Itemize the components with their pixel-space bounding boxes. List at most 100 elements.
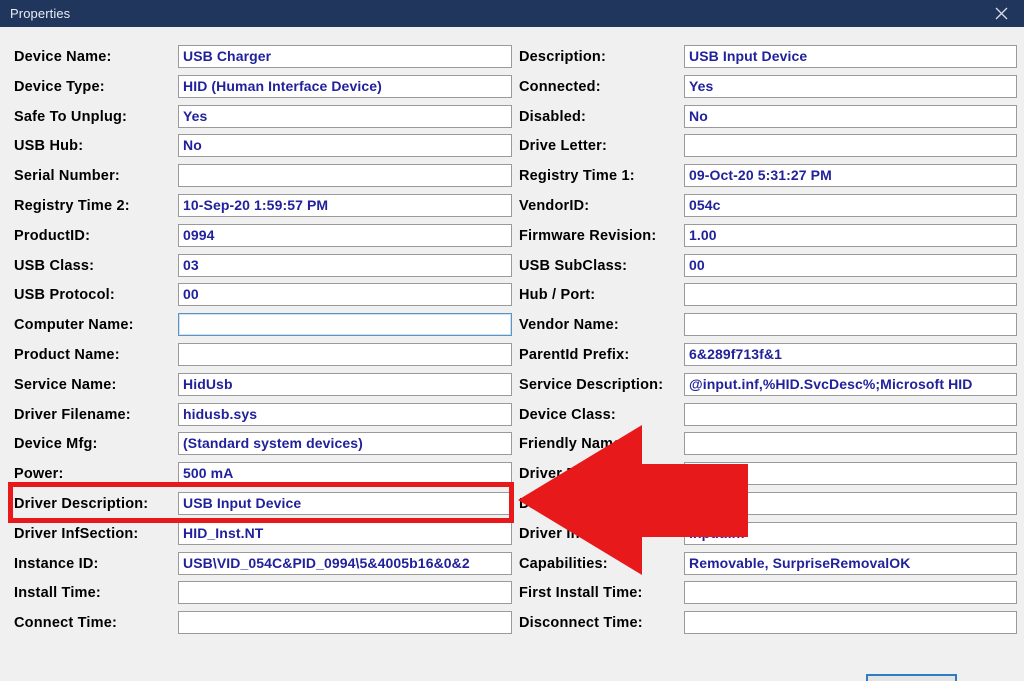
field-label: Description:	[519, 49, 606, 65]
field-input[interactable]: HID (Human Interface Device)	[178, 74, 512, 98]
field-input[interactable]: Yes	[684, 74, 1017, 98]
field-label: Product Name:	[14, 347, 120, 363]
field-label: Connect Time:	[14, 615, 118, 632]
field-row: Power: 500 mA	[14, 462, 512, 487]
field-label: Serial Number:	[14, 168, 120, 185]
field-input[interactable]	[684, 581, 1017, 605]
field-input[interactable]: 00	[684, 253, 1017, 277]
field-input[interactable]	[178, 581, 512, 605]
field-label: USB Class:	[14, 257, 95, 274]
field-input[interactable]	[684, 462, 1017, 486]
field-label: Driver InfPath:	[519, 525, 622, 542]
field-input[interactable]: 0994	[178, 223, 512, 247]
field-value: Yes	[689, 77, 714, 94]
field-input[interactable]: hidusb.sys	[178, 402, 512, 426]
field-row: Registry Time 1: 09-Oct-20 5:31:27 PM	[519, 164, 1017, 189]
field-input[interactable]: 054c	[684, 194, 1017, 217]
field-label: Safe To Unplug:	[14, 108, 128, 125]
field-input[interactable]	[178, 313, 512, 337]
field-input[interactable]: 1.00	[684, 223, 1017, 247]
field-input[interactable]: 362.175	[684, 492, 1017, 515]
ok-button[interactable]: OK	[866, 674, 957, 681]
field-input[interactable]: Removable, SurpriseRemovalOK	[684, 551, 1017, 575]
field-input[interactable]: 6&289f713f&1	[684, 343, 1017, 366]
field-row: Service Name: HidUsb	[14, 372, 512, 398]
field-input[interactable]: USB Input Device	[684, 45, 1017, 68]
field-input[interactable]: Yes	[178, 104, 512, 128]
field-label: Device Mfg:	[14, 436, 98, 453]
field-input[interactable]: HidUsb	[178, 372, 512, 396]
field-value: HID_Inst.NT	[183, 524, 264, 541]
field-row: Vendor Name:	[519, 313, 1017, 338]
field-input[interactable]: USB Input Device	[178, 492, 512, 515]
field-input[interactable]	[684, 611, 1017, 635]
field-value: (Standard system devices)	[183, 435, 363, 452]
field-row: Friendly Name:	[519, 432, 1017, 457]
field-input[interactable]	[684, 283, 1017, 307]
field-row: Install Time:	[14, 581, 512, 606]
field-row: Service Description: @input.inf,%HID.SvcD…	[519, 372, 1017, 398]
field-label: Driver Description:	[14, 496, 149, 512]
field-input[interactable]: No	[684, 104, 1017, 128]
field-row: Connected: Yes	[519, 74, 1017, 100]
field-label: Driver Date:	[519, 466, 604, 483]
field-value: HID (Human Interface Device)	[183, 77, 382, 94]
field-input[interactable]: (Standard system devices)	[178, 432, 512, 456]
field-label: Service Name:	[14, 376, 117, 393]
field-row: Firmware Revision: 1.00	[519, 223, 1017, 249]
field-label: Registry Time 2:	[14, 198, 130, 214]
field-value: @input.inf,%HID.SvcDesc%;Microsoft HID	[689, 375, 973, 392]
field-row: USB SubClass: 00	[519, 253, 1017, 279]
field-input[interactable]	[684, 313, 1017, 337]
field-value: 10-Sep-20 1:59:57 PM	[183, 197, 329, 213]
field-row: Disconnect Time:	[519, 611, 1017, 636]
field-input[interactable]: 500 mA	[178, 462, 512, 486]
field-value: USB\VID_054C&PID_0994\5&4005b16&0&2	[183, 554, 470, 571]
field-value: 00	[689, 256, 705, 273]
field-input[interactable]: HID_Inst.NT	[178, 521, 512, 545]
field-input[interactable]	[684, 432, 1017, 456]
field-row: USB Class: 03	[14, 253, 512, 279]
field-label: Disconnect Time:	[519, 615, 643, 632]
field-label: USB Protocol:	[14, 287, 115, 304]
dialog-content: Device Name: USB Charger Device Type: HID (…	[0, 27, 1024, 681]
field-row: Driver Version: 362.175	[519, 492, 1017, 517]
field-input[interactable]: USB\VID_054C&PID_0994\5&4005b16&0&2	[178, 551, 512, 575]
field-row: First Install Time:	[519, 581, 1017, 606]
field-input[interactable]: 10-Sep-20 1:59:57 PM	[178, 194, 512, 217]
field-input[interactable]	[178, 164, 512, 188]
field-input[interactable]: 00	[178, 283, 512, 307]
field-label: Drive Letter:	[519, 138, 608, 155]
title-bar: Properties	[0, 0, 1024, 27]
field-label: Device Name:	[14, 49, 112, 65]
field-label: Friendly Name:	[519, 436, 627, 453]
field-label: Power:	[14, 466, 64, 483]
field-input[interactable]: 03	[178, 253, 512, 277]
field-input[interactable]: input.inf	[684, 521, 1017, 545]
field-input[interactable]: USB Charger	[178, 45, 512, 68]
field-value: USB Input Device	[183, 495, 302, 511]
field-input[interactable]: @input.inf,%HID.SvcDesc%;Microsoft HID	[684, 372, 1017, 396]
field-value: input.inf	[689, 524, 746, 541]
field-label: Vendor Name:	[519, 317, 619, 334]
field-value: 00	[183, 286, 199, 303]
field-input[interactable]	[684, 402, 1017, 426]
field-row: Disabled: No	[519, 104, 1017, 130]
field-label: USB SubClass:	[519, 257, 628, 274]
field-input[interactable]: 09-Oct-20 5:31:27 PM	[684, 164, 1017, 188]
field-row: Device Mfg: (Standard system devices)	[14, 432, 512, 457]
field-row: ParentId Prefix: 6&289f713f&1	[519, 343, 1017, 368]
field-label: Registry Time 1:	[519, 168, 635, 185]
field-value: Yes	[183, 107, 208, 124]
field-row: Registry Time 2: 10-Sep-20 1:59:57 PM	[14, 194, 512, 219]
field-label: Device Class:	[519, 406, 616, 423]
field-label: Driver InfSection:	[14, 525, 139, 542]
field-value: hidusb.sys	[183, 405, 258, 422]
field-input[interactable]	[178, 343, 512, 366]
field-input[interactable]	[178, 611, 512, 635]
field-label: Device Type:	[14, 78, 105, 95]
close-button[interactable]	[978, 0, 1024, 27]
field-value: 362.175	[689, 495, 741, 511]
field-input[interactable]	[684, 134, 1017, 158]
field-input[interactable]: No	[178, 134, 512, 158]
